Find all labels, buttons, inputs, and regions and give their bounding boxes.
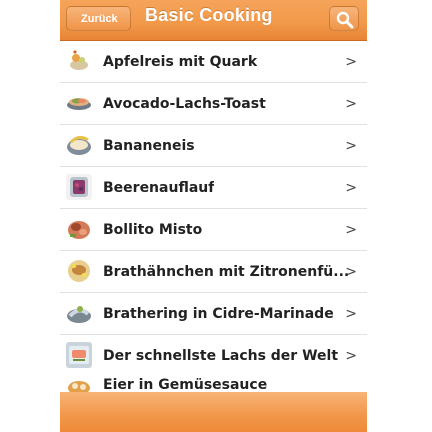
list-item[interactable]: Bananeneis >	[60, 125, 367, 167]
recipe-label: Brathähnchen mit Zitronenfü...	[103, 264, 350, 280]
recipe-thumbnail	[66, 174, 92, 200]
recipe-label: Avocado-Lachs-Toast	[103, 96, 266, 112]
chevron-right-icon: >	[345, 96, 357, 112]
back-button[interactable]: Zurück	[66, 6, 131, 31]
recipe-thumbnail	[66, 342, 92, 368]
chevron-right-icon: >	[345, 222, 357, 238]
list-item[interactable]: Brathähnchen mit Zitronenfü... >	[60, 251, 367, 293]
recipe-list: Apfelreis mit Quark > Avocado-Lachs-Toas…	[60, 41, 367, 381]
recipe-label: Beerenauflauf	[103, 180, 215, 196]
chevron-right-icon: >	[345, 348, 357, 364]
recipe-label: Bollito Misto	[103, 222, 203, 238]
recipe-label: Apfelreis mit Quark	[103, 54, 258, 70]
chevron-right-icon: >	[345, 138, 357, 154]
search-button[interactable]	[329, 6, 359, 31]
navigation-bar: Zurück Basic Cooking	[60, 0, 367, 41]
recipe-thumbnail	[66, 132, 92, 158]
chevron-right-icon: >	[345, 306, 357, 322]
list-item[interactable]: Der schnellste Lachs der Welt >	[60, 335, 367, 377]
recipe-label: Der schnellste Lachs der Welt	[103, 348, 339, 364]
recipe-thumbnail	[66, 300, 92, 326]
list-item[interactable]: Apfelreis mit Quark >	[60, 41, 367, 83]
recipe-label: Bananeneis	[103, 138, 195, 154]
list-item[interactable]: Avocado-Lachs-Toast >	[60, 83, 367, 125]
chevron-right-icon: >	[345, 180, 357, 196]
app-screen: Zurück Basic Cooking Apfelreis mit Quark…	[0, 0, 432, 432]
recipe-thumbnail	[66, 216, 92, 242]
recipe-thumbnail	[66, 258, 92, 284]
list-item[interactable]: Beerenauflauf >	[60, 167, 367, 209]
chevron-right-icon: >	[345, 264, 357, 280]
search-icon	[336, 11, 354, 29]
list-item[interactable]: Bollito Misto >	[60, 209, 367, 251]
recipe-thumbnail	[66, 48, 92, 74]
list-item[interactable]: Brathering in Cidre-Marinade >	[60, 293, 367, 335]
chevron-right-icon: >	[345, 54, 357, 70]
recipe-label: Brathering in Cidre-Marinade	[103, 306, 334, 322]
recipe-thumbnail	[66, 90, 92, 116]
page-title: Basic Cooking	[145, 5, 273, 25]
tab-bar	[60, 392, 367, 432]
